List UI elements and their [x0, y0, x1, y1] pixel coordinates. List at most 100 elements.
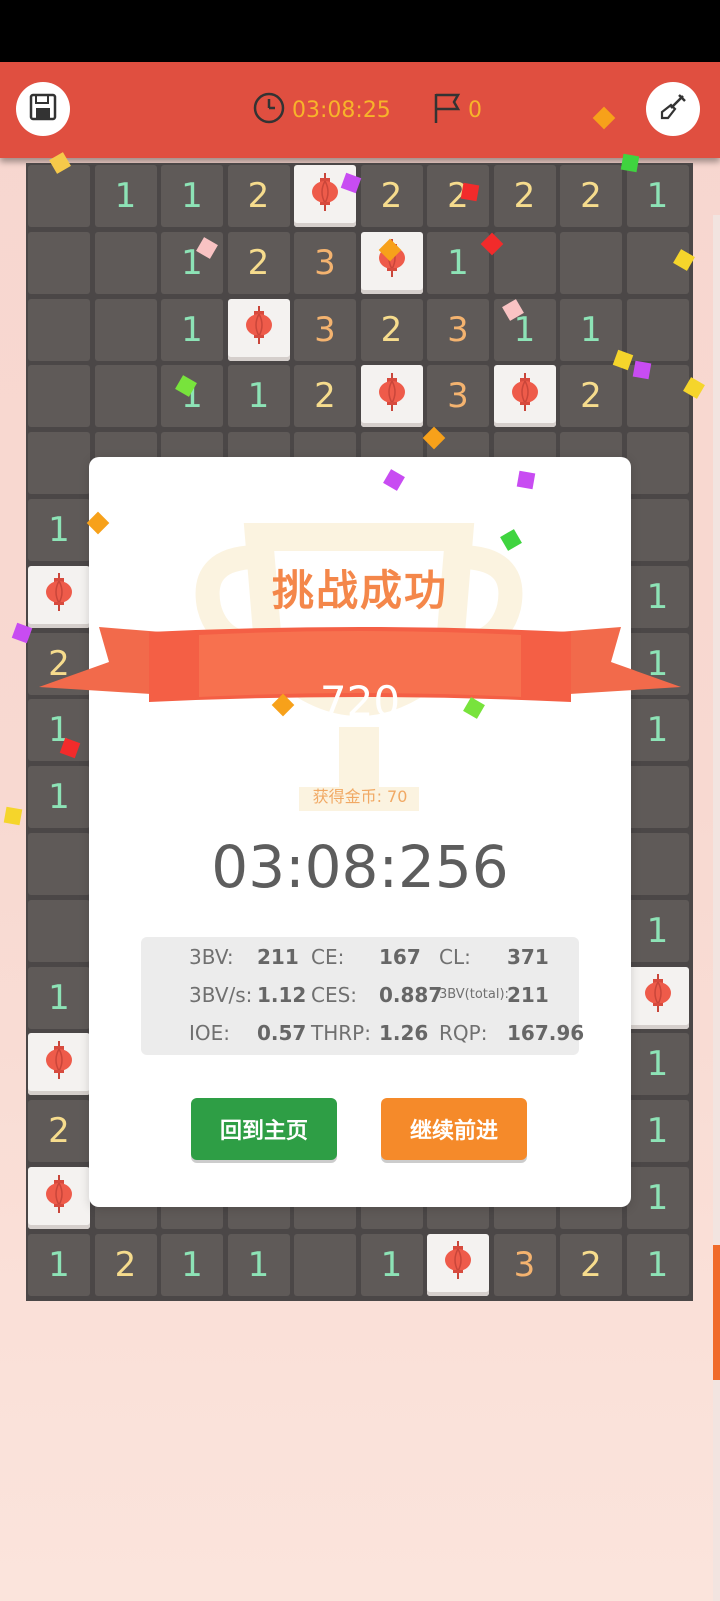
empty-cell[interactable] — [28, 899, 90, 962]
cell-number: 2 — [314, 376, 336, 417]
cell-number: 2 — [114, 1244, 137, 1285]
empty-cell[interactable] — [28, 231, 90, 294]
cell-number: 1 — [646, 910, 669, 951]
number-cell[interactable]: 2 — [227, 231, 290, 294]
empty-cell[interactable] — [94, 231, 157, 294]
number-cell[interactable]: 1 — [94, 165, 157, 227]
number-cell[interactable]: 1 — [626, 165, 689, 227]
lantern-mine-cell[interactable] — [28, 1167, 90, 1229]
stat-label: RQP: — [439, 1021, 488, 1045]
scrollbar[interactable] — [713, 1245, 720, 1380]
cell-number: 1 — [181, 309, 203, 350]
confetti-piece — [516, 470, 536, 490]
number-cell[interactable]: 1 — [626, 899, 689, 962]
number-cell[interactable]: 2 — [427, 165, 489, 227]
cell-number: 1 — [48, 510, 70, 550]
number-cell[interactable]: 1 — [626, 565, 689, 628]
lantern-mine-cell[interactable] — [427, 1233, 489, 1296]
number-cell[interactable]: 1 — [427, 231, 489, 294]
cell-number: 1 — [247, 1244, 270, 1285]
number-cell[interactable]: 2 — [294, 365, 356, 428]
cell-number: 1 — [247, 376, 270, 417]
number-cell[interactable]: 3 — [294, 298, 356, 361]
empty-cell[interactable] — [28, 432, 90, 495]
number-cell[interactable]: 2 — [560, 365, 622, 428]
number-cell[interactable]: 1 — [161, 231, 223, 294]
number-cell[interactable]: 1 — [28, 1233, 90, 1296]
empty-cell[interactable] — [626, 833, 689, 895]
stat-label: 3BV/s: — [189, 983, 253, 1007]
cell-number: 2 — [580, 1244, 602, 1285]
number-cell[interactable]: 1 — [227, 365, 290, 428]
number-cell[interactable]: 1 — [626, 1167, 689, 1229]
cell-number: 2 — [48, 1111, 70, 1152]
empty-cell[interactable] — [28, 833, 90, 895]
empty-cell[interactable] — [626, 766, 689, 829]
save-button[interactable] — [16, 82, 70, 136]
number-cell[interactable]: 2 — [227, 165, 290, 227]
number-cell[interactable]: 1 — [360, 1233, 423, 1296]
empty-cell[interactable] — [28, 298, 90, 361]
stat-label: 3BV: — [189, 945, 234, 969]
number-cell[interactable]: 1 — [161, 365, 223, 428]
empty-cell[interactable] — [28, 165, 90, 227]
number-cell[interactable]: 1 — [626, 1033, 689, 1096]
lantern-mine-cell[interactable] — [360, 365, 423, 428]
stat-value: 211 — [507, 983, 549, 1007]
cell-number: 2 — [513, 176, 536, 216]
number-cell[interactable]: 1 — [28, 499, 90, 561]
lantern-mine-cell[interactable] — [28, 565, 90, 628]
number-cell[interactable]: 3 — [427, 298, 489, 361]
empty-cell[interactable] — [560, 231, 622, 294]
number-cell[interactable]: 3 — [493, 1233, 556, 1296]
confetti-piece — [620, 153, 640, 173]
cell-number: 2 — [580, 376, 602, 417]
empty-cell[interactable] — [94, 298, 157, 361]
number-cell[interactable]: 1 — [161, 1233, 223, 1296]
lantern-mine-cell[interactable] — [493, 365, 556, 428]
number-cell[interactable]: 1 — [28, 766, 90, 829]
number-cell[interactable]: 1 — [626, 1233, 689, 1296]
lantern-icon — [43, 1174, 75, 1222]
lantern-mine-cell[interactable] — [28, 1033, 90, 1096]
lantern-mine-cell[interactable] — [227, 298, 290, 361]
number-cell[interactable]: 2 — [28, 1100, 90, 1163]
continue-button[interactable]: 继续前进 — [381, 1098, 527, 1160]
empty-cell[interactable] — [94, 365, 157, 428]
cell-number: 3 — [513, 1244, 536, 1285]
stats-panel: 3BV: 211 CE: 167 CL: 371 3BV/s: 1.12 CES… — [141, 937, 584, 1055]
cell-number: 1 — [447, 242, 469, 283]
number-cell[interactable]: 2 — [560, 1233, 622, 1296]
lantern-mine-cell[interactable] — [626, 966, 689, 1029]
number-cell[interactable]: 1 — [626, 1100, 689, 1163]
stat-label: CE: — [311, 945, 345, 969]
number-cell[interactable]: 1 — [227, 1233, 290, 1296]
cell-number: 1 — [181, 176, 203, 216]
stat-value: 211 — [257, 945, 299, 969]
number-cell[interactable]: 1 — [161, 298, 223, 361]
empty-cell[interactable] — [626, 499, 689, 561]
number-cell[interactable]: 1 — [161, 165, 223, 227]
number-cell[interactable]: 3 — [427, 365, 489, 428]
cell-number: 2 — [380, 176, 403, 216]
number-cell[interactable]: 1 — [28, 966, 90, 1029]
cell-number: 1 — [646, 176, 669, 216]
number-cell[interactable]: 2 — [560, 165, 622, 227]
number-cell[interactable]: 3 — [294, 231, 356, 294]
lantern-icon — [243, 306, 275, 353]
empty-cell[interactable] — [626, 432, 689, 495]
number-cell[interactable]: 2 — [360, 298, 423, 361]
flag-icon — [430, 91, 464, 129]
cell-number: 1 — [48, 777, 70, 818]
empty-cell[interactable] — [294, 1233, 356, 1296]
empty-cell[interactable] — [626, 298, 689, 361]
empty-cell[interactable] — [493, 231, 556, 294]
cell-number: 1 — [646, 1178, 669, 1218]
number-cell[interactable]: 1 — [560, 298, 622, 361]
shovel-button[interactable] — [646, 82, 700, 136]
home-button[interactable]: 回到主页 — [191, 1098, 337, 1160]
number-cell[interactable]: 2 — [493, 165, 556, 227]
number-cell[interactable]: 2 — [94, 1233, 157, 1296]
empty-cell[interactable] — [28, 365, 90, 428]
number-cell[interactable]: 2 — [360, 165, 423, 227]
